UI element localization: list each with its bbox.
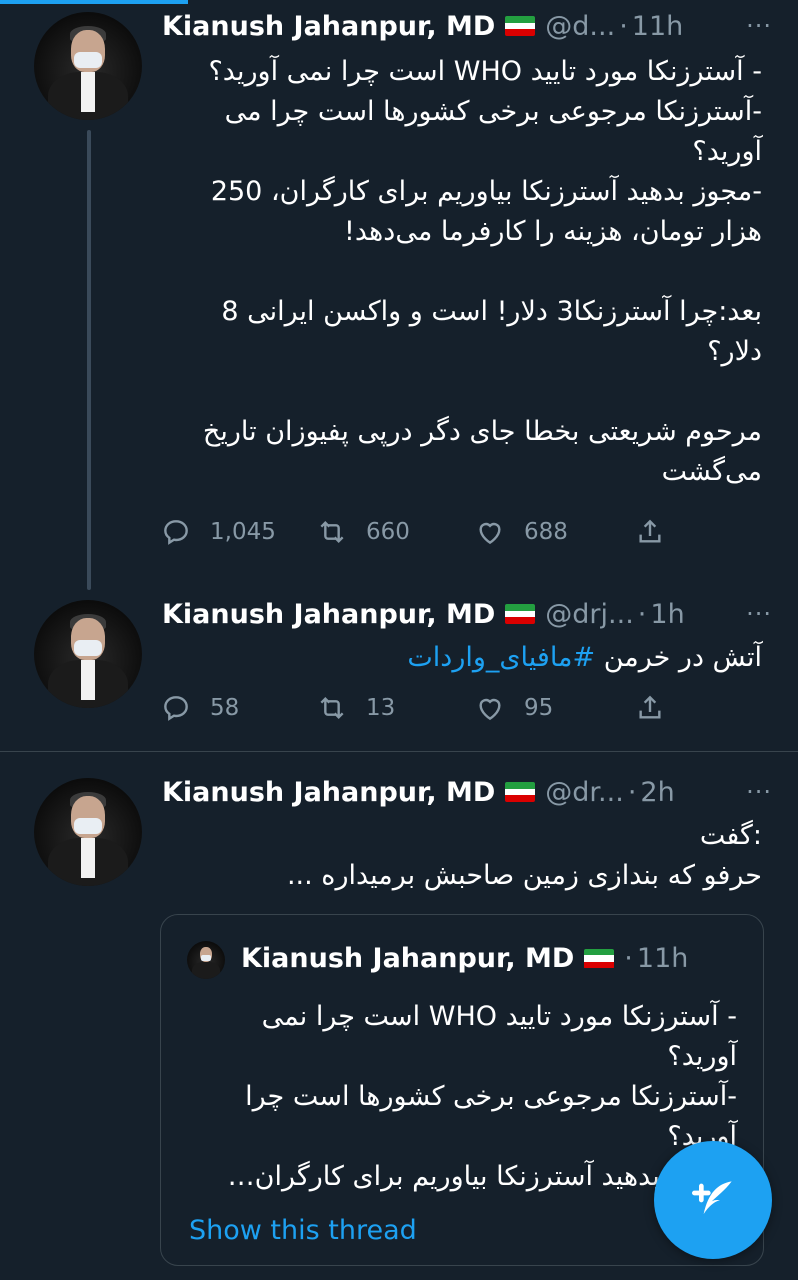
avatar[interactable] — [34, 600, 142, 708]
show-thread-link[interactable]: Show this thread — [189, 1215, 417, 1246]
tweet-actions: 58 13 95 — [160, 692, 720, 732]
iran-flag-icon — [505, 604, 536, 624]
retweet-icon — [320, 696, 344, 720]
compose-tweet-button[interactable] — [654, 1141, 772, 1259]
more-options-icon[interactable]: ··· — [746, 778, 772, 806]
retweet-count: 13 — [366, 695, 396, 721]
like-button[interactable]: 95 — [474, 692, 553, 724]
quoted-author-name: Kianush Jahanpur, MD — [241, 943, 575, 974]
tweet-text: :گفت حرفو که بندازی زمین صاحبش برمیداره … — [286, 820, 762, 891]
author-handle[interactable]: @d... — [545, 11, 615, 42]
tweet-header: Kianush Jahanpur, MD @d... · 11h ··· — [162, 6, 772, 46]
quoted-avatar — [187, 941, 225, 979]
compose-tweet-icon — [692, 1181, 732, 1214]
iran-flag-icon — [505, 782, 536, 802]
reply-count: 1,045 — [210, 519, 276, 545]
quoted-tweet-header: Kianush Jahanpur, MD · 11h — [241, 943, 688, 974]
reply-count: 58 — [210, 695, 240, 721]
tweet-header: Kianush Jahanpur, MD @drj... · 1h ··· — [162, 594, 772, 634]
retweet-button[interactable]: 660 — [316, 516, 410, 548]
tweet-text: - آسترزنکا مورد تایید WHO است چرا نمی آو… — [202, 56, 762, 487]
share-icon — [639, 695, 661, 719]
separator-dot: · — [619, 10, 628, 42]
like-count: 688 — [524, 519, 568, 545]
tweet-time[interactable]: 11h — [632, 11, 683, 42]
hashtag-link[interactable]: #مافیای_واردات — [407, 642, 595, 673]
quoted-tweet-text: - آسترزنکا مورد تایید WHO است چرا نمی آو… — [227, 1001, 737, 1192]
reply-button[interactable]: 58 — [160, 692, 239, 724]
author-name[interactable]: Kianush Jahanpur, MD — [162, 11, 495, 42]
author-name[interactable]: Kianush Jahanpur, MD — [162, 599, 495, 630]
heart-icon — [479, 522, 501, 545]
separator-dot: · — [637, 598, 647, 630]
tweet-actions: 1,045 660 688 — [160, 516, 720, 556]
tweet-text-plain: آتش در خرمن — [595, 642, 762, 673]
share-button[interactable] — [634, 516, 684, 548]
retweet-count: 660 — [366, 519, 410, 545]
separator-dot: · — [627, 776, 637, 808]
reply-icon — [164, 520, 188, 545]
author-handle[interactable]: @drj... — [545, 599, 634, 630]
separator-dot: · — [624, 943, 633, 974]
reply-button[interactable]: 1,045 — [160, 516, 276, 548]
reply-icon — [164, 696, 188, 721]
iran-flag-icon — [505, 16, 536, 36]
iran-flag-icon — [584, 948, 615, 969]
like-button[interactable]: 688 — [474, 516, 568, 548]
share-icon — [639, 519, 661, 543]
tweet-time[interactable]: 2h — [640, 777, 674, 808]
author-handle[interactable]: @dr... — [545, 777, 624, 808]
tweet-2[interactable]: Kianush Jahanpur, MD @drj... · 1h ··· آت… — [0, 590, 798, 750]
retweet-icon — [320, 520, 344, 544]
avatar[interactable] — [34, 12, 142, 120]
heart-icon — [479, 698, 501, 721]
avatar[interactable] — [34, 778, 142, 886]
more-options-icon[interactable]: ··· — [746, 600, 772, 628]
share-button[interactable] — [634, 692, 684, 724]
quoted-tweet-time: 11h — [636, 943, 689, 974]
more-options-icon[interactable]: ··· — [746, 12, 772, 40]
retweet-button[interactable]: 13 — [316, 692, 395, 724]
tweet-1[interactable]: Kianush Jahanpur, MD @d... · 11h ··· - آ… — [0, 0, 798, 590]
author-name[interactable]: Kianush Jahanpur, MD — [162, 777, 495, 808]
like-count: 95 — [524, 695, 554, 721]
thread-connector-line — [87, 130, 91, 590]
tweet-header: Kianush Jahanpur, MD @dr... · 2h ··· — [162, 772, 772, 812]
tweet-time[interactable]: 1h — [650, 599, 684, 630]
tweet-text: آتش در خرمن #مافیای_واردات — [162, 638, 762, 678]
